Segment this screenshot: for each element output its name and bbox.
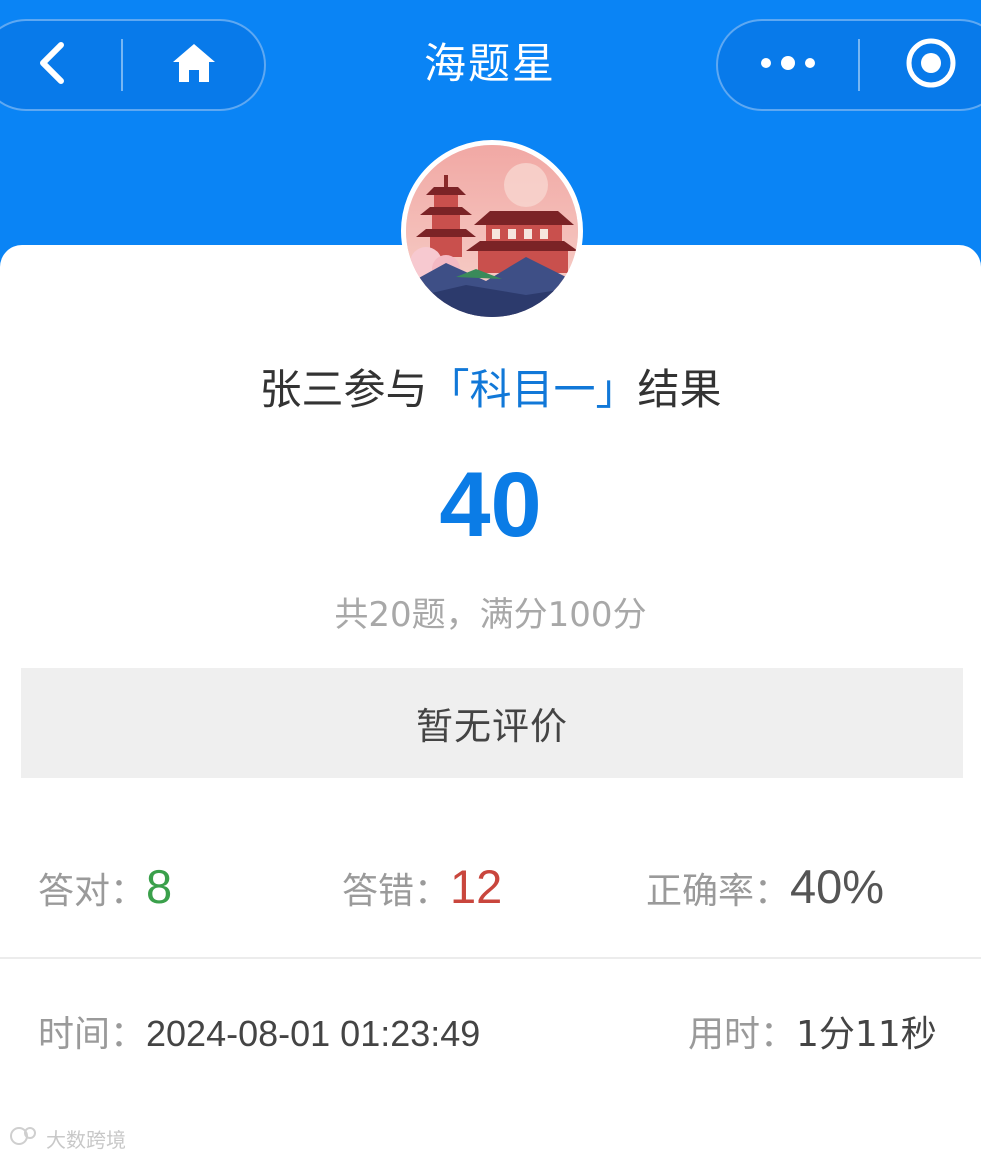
more-button[interactable] <box>718 21 858 109</box>
correct-label: 答对： <box>38 871 147 912</box>
close-button[interactable] <box>860 21 981 109</box>
chevron-left-icon <box>37 41 67 89</box>
time-value: 2024-08-01 01:23:49 <box>146 1013 481 1054</box>
evaluation-text: 暂无评价 <box>416 705 568 748</box>
stat-wrong: 答错： 12 <box>342 855 502 919</box>
watermark: 大数跨境 <box>8 1124 126 1153</box>
watermark-logo-icon <box>8 1125 40 1152</box>
accuracy-value: 40% <box>790 860 885 913</box>
correct-value: 8 <box>146 860 173 913</box>
submit-time: 时间： 2024-08-01 01:23:49 <box>38 1005 480 1057</box>
section-divider <box>0 957 981 959</box>
score-value: 40 <box>439 454 542 556</box>
subject-name: 「科目一」 <box>427 365 638 414</box>
home-button[interactable] <box>123 21 264 109</box>
quiz-result-page: 海题星 张三参与「科目一」结果 40 共20题，满分100分 暂无评价 答对： … <box>0 0 981 1156</box>
more-dots-icon <box>758 55 818 75</box>
result-suffix-text: 结果 <box>637 365 722 414</box>
stat-correct: 答对： 8 <box>38 855 172 919</box>
result-heading: 张三参与「科目一」结果 <box>0 360 981 420</box>
evaluation-box: 暂无评价 <box>21 668 963 778</box>
back-button[interactable] <box>0 21 121 109</box>
wrong-label: 答错： <box>342 871 451 912</box>
accuracy-label: 正确率： <box>646 871 791 912</box>
nav-capsule-right <box>716 19 981 111</box>
watermark-text: 大数跨境 <box>46 1128 126 1152</box>
result-user-text: 张三参与 <box>259 365 428 414</box>
stat-accuracy: 正确率： 40% <box>646 855 884 919</box>
duration-value: 1分11秒 <box>796 1014 937 1055</box>
avatar <box>401 140 583 322</box>
time-label: 时间： <box>38 1014 147 1055</box>
duration: 用时： 1分11秒 <box>688 1005 937 1057</box>
home-icon <box>171 42 217 88</box>
wrong-value: 12 <box>450 860 503 913</box>
duration-label: 用时： <box>688 1014 797 1055</box>
page-title: 海题星 <box>423 39 556 88</box>
nav-capsule-left <box>0 19 266 111</box>
target-close-icon <box>904 36 958 94</box>
score-summary: 共20题，满分100分 <box>334 595 647 635</box>
